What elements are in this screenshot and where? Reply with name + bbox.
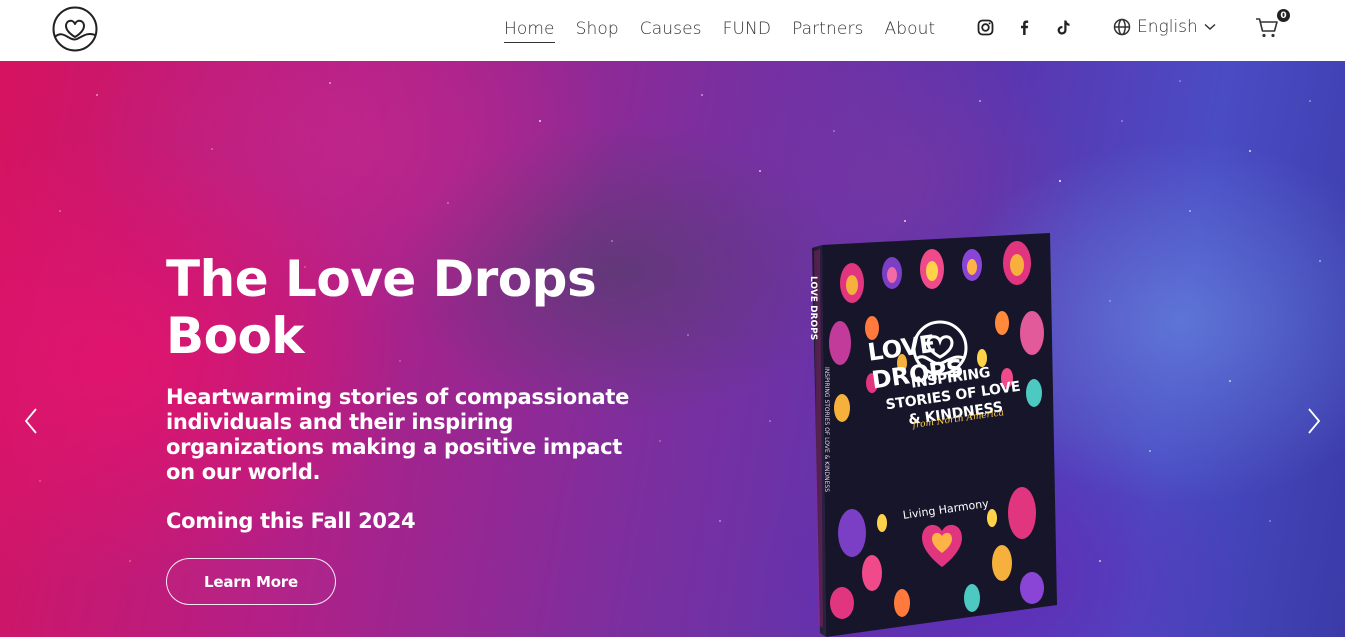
book-spine-title: LOVE DROPS [808, 276, 818, 341]
nav-home[interactable]: Home [504, 17, 555, 43]
globe-icon [1113, 18, 1131, 36]
facebook-icon[interactable] [1016, 19, 1033, 36]
slider-next-arrow[interactable] [1304, 406, 1324, 436]
instagram-icon[interactable] [977, 19, 994, 36]
language-label: English [1137, 17, 1198, 37]
book-spine-subtitle: INSPIRING STORIES OF LOVE & KINDNESS [823, 367, 830, 493]
nav-fund[interactable]: FUND [723, 17, 771, 43]
cart-count-badge: 0 [1277, 9, 1290, 22]
site-header: Home Shop Causes FUND Partners About Eng… [0, 0, 1345, 61]
language-selector[interactable]: English [1113, 17, 1216, 37]
logo-icon[interactable] [52, 6, 98, 52]
hero-subtitle: Heartwarming stories of compassionate in… [166, 385, 630, 484]
hero-title: The Love Drops Book [166, 250, 597, 365]
nav-about[interactable]: About [885, 17, 936, 43]
hero-coming-soon: Coming this Fall 2024 [166, 509, 416, 533]
cart-icon[interactable] [1255, 17, 1279, 39]
chevron-down-icon [1204, 23, 1216, 31]
main-nav: Home Shop Causes FUND Partners About [504, 17, 935, 43]
social-links [977, 19, 1072, 36]
nav-shop[interactable]: Shop [576, 17, 619, 43]
nav-causes[interactable]: Causes [640, 17, 702, 43]
book-cover-image [812, 233, 1057, 637]
slider-prev-arrow[interactable] [21, 406, 41, 436]
tiktok-icon[interactable] [1055, 19, 1072, 36]
nav-partners[interactable]: Partners [792, 17, 863, 43]
hero-slider: LOVE DROPS INSPIRING STORIES OF LOVE & K… [0, 61, 1345, 637]
learn-more-button[interactable]: Learn More [166, 558, 336, 605]
